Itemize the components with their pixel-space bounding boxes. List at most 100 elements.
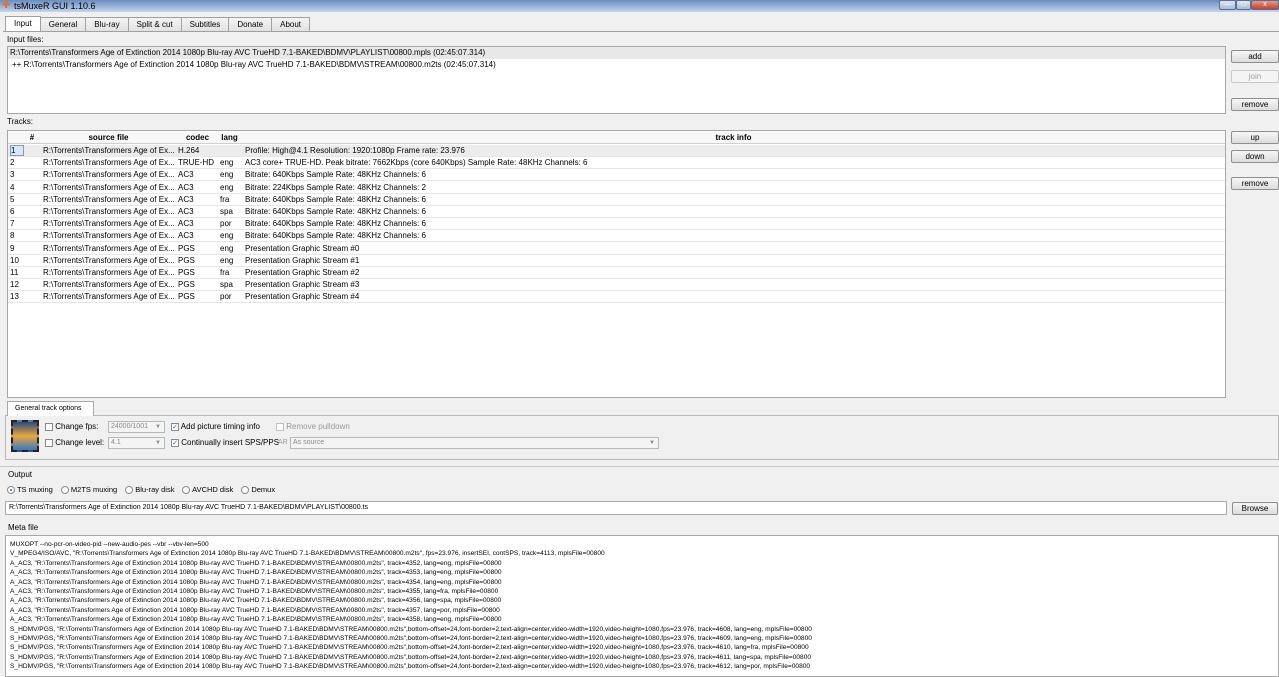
- track-number: 3: [10, 170, 15, 180]
- change-level-checkbox[interactable]: [45, 438, 53, 447]
- up-button[interactable]: up: [1231, 131, 1279, 144]
- meta-file-text[interactable]: MUXOPT --no-pcr-on-video-pid --new-audio…: [5, 535, 1279, 677]
- tab-input[interactable]: Input: [5, 16, 41, 31]
- track-lang: eng: [220, 170, 234, 180]
- table-row[interactable]: 6 ✓ R:\Torrents\Transformers Age of Ex..…: [8, 206, 1225, 218]
- meta-line: V_MPEG4/ISO/AVC, "R:\Torrents\Transforme…: [10, 550, 605, 558]
- header-source-file[interactable]: source file: [41, 132, 176, 144]
- table-row[interactable]: 7 ✓ R:\Torrents\Transformers Age of Ex..…: [8, 218, 1225, 231]
- remove-pulldown-row: Remove pulldown: [276, 422, 350, 431]
- header-num[interactable]: #: [24, 132, 40, 144]
- maximize-button[interactable]: □: [1236, 0, 1251, 10]
- level-value: 4.1: [111, 439, 121, 446]
- browse-button[interactable]: Browse: [1232, 502, 1278, 515]
- output-path-input[interactable]: R:\Torrents\Transformers Age of Extincti…: [5, 501, 1227, 515]
- track-lang: spa: [220, 207, 233, 216]
- table-row[interactable]: 5 ✓ R:\Torrents\Transformers Age of Ex..…: [8, 194, 1225, 206]
- tracks-label: Tracks:: [7, 117, 33, 126]
- change-fps-checkbox[interactable]: [45, 422, 53, 431]
- track-info: Bitrate: 640Kbps Sample Rate: 48KHz Chan…: [245, 194, 426, 204]
- table-row[interactable]: 1 ✓ R:\Torrents\Transformers Age of Ex..…: [8, 145, 1225, 157]
- join-button[interactable]: join: [1231, 70, 1279, 83]
- track-codec: PGS: [178, 243, 195, 253]
- track-info: Bitrate: 640Kbps Sample Rate: 48KHz Chan…: [245, 231, 426, 241]
- tab-general-track-options[interactable]: General track options: [7, 401, 94, 416]
- track-codec: AC3: [178, 207, 194, 216]
- track-number: 6: [10, 207, 15, 216]
- track-info: Bitrate: 640Kbps Sample Rate: 48KHz Chan…: [245, 219, 426, 229]
- tab-blu-ray[interactable]: Blu-ray: [85, 17, 129, 31]
- track-source-file: R:\Torrents\Transformers Age of Ex...: [43, 207, 175, 216]
- fps-select[interactable]: 24000/1001 ▼: [108, 421, 165, 433]
- add-timing-checkbox[interactable]: ✓: [171, 422, 179, 431]
- table-row[interactable]: 10 ✓ R:\Torrents\Transformers Age of Ex.…: [8, 255, 1225, 267]
- track-number: 8: [10, 231, 15, 241]
- remove-pulldown-checkbox[interactable]: [276, 422, 284, 431]
- output-mode-radio[interactable]: Demux: [241, 485, 275, 495]
- meta-line: S_HDMV/PGS, "R:\Torrents\Transformers Ag…: [10, 625, 812, 633]
- table-row[interactable]: 11 ✓ R:\Torrents\Transformers Age of Ex.…: [8, 267, 1225, 279]
- track-codec: PGS: [178, 268, 195, 277]
- track-source-file: R:\Torrents\Transformers Age of Ex...: [43, 182, 175, 192]
- tab-about[interactable]: About: [271, 17, 311, 31]
- input-files-list[interactable]: R:\Torrents\Transformers Age of Extincti…: [7, 46, 1226, 114]
- output-mode-label: TS muxing: [16, 485, 53, 494]
- change-fps-row: Change fps:: [45, 422, 98, 431]
- insert-sps-checkbox[interactable]: ✓: [171, 438, 179, 447]
- minimize-button[interactable]: —: [1219, 0, 1236, 10]
- chevron-down-icon: ▼: [155, 440, 161, 446]
- add-timing-label: Add picture timing info: [180, 422, 260, 431]
- meta-line: MUXOPT --no-pcr-on-video-pid --new-audio…: [10, 541, 209, 548]
- tab-general[interactable]: General: [39, 17, 87, 31]
- radio-icon: [60, 486, 69, 495]
- radio-icon: [125, 486, 134, 495]
- output-mode-radio[interactable]: TS muxing: [7, 485, 53, 495]
- down-button[interactable]: down: [1231, 150, 1279, 163]
- tab-subtitles[interactable]: Subtitles: [180, 17, 230, 31]
- tab-split-cut[interactable]: Split & cut: [127, 17, 182, 31]
- close-button[interactable]: x: [1251, 0, 1279, 10]
- track-number: 9: [10, 243, 15, 253]
- ar-select[interactable]: As source ▼: [290, 437, 659, 449]
- input-file-item[interactable]: R:\Torrents\Transformers Age of Extincti…: [8, 47, 1225, 59]
- change-level-label: Change level:: [55, 438, 105, 447]
- tab-donate[interactable]: Donate: [228, 17, 273, 31]
- track-codec: PGS: [178, 292, 195, 302]
- window-title: tsMuxeR GUI 1.10.6: [14, 1, 96, 11]
- remove-file-button[interactable]: remove: [1231, 98, 1279, 111]
- track-source-file: R:\Torrents\Transformers Age of Ex...: [43, 170, 175, 180]
- track-number: 5: [10, 194, 15, 204]
- tracks-table[interactable]: # source file codec lang track info 1 ✓ …: [7, 130, 1226, 398]
- remove-track-button[interactable]: remove: [1231, 177, 1279, 190]
- level-select[interactable]: 4.1 ▼: [108, 437, 165, 449]
- table-row[interactable]: 8 ✓ R:\Torrents\Transformers Age of Ex..…: [8, 230, 1225, 243]
- header-track-info[interactable]: track info: [241, 132, 1226, 144]
- track-codec: AC3: [178, 194, 194, 204]
- add-button[interactable]: add: [1231, 50, 1279, 63]
- header-lang[interactable]: lang: [218, 132, 241, 144]
- meta-line: A_AC3, "R:\Torrents\Transformers Age of …: [10, 606, 500, 614]
- output-mode-radio[interactable]: M2TS muxing: [60, 485, 117, 495]
- insert-sps-label: Continually insert SPS/PPS: [181, 438, 280, 447]
- meta-line: A_AC3, "R:\Torrents\Transformers Age of …: [10, 588, 499, 596]
- output-label: Output: [8, 470, 33, 479]
- track-lang: eng: [220, 255, 234, 265]
- table-row[interactable]: 9 ✓ R:\Torrents\Transformers Age of Ex..…: [8, 243, 1225, 255]
- track-lang: eng: [220, 158, 234, 168]
- table-row[interactable]: 2 ✓ R:\Torrents\Transformers Age of Ex..…: [8, 157, 1225, 170]
- track-codec: AC3: [178, 170, 194, 180]
- track-info: Presentation Graphic Stream #1: [245, 255, 360, 265]
- header-codec[interactable]: codec: [177, 132, 218, 144]
- table-row[interactable]: 4 ✓ R:\Torrents\Transformers Age of Ex..…: [8, 182, 1225, 194]
- output-mode-radio[interactable]: Blu-ray disk: [125, 485, 174, 495]
- table-row[interactable]: 12 ✓ R:\Torrents\Transformers Age of Ex.…: [8, 279, 1225, 292]
- track-source-file: R:\Torrents\Transformers Age of Ex...: [43, 243, 175, 253]
- table-row[interactable]: 3 ✓ R:\Torrents\Transformers Age of Ex..…: [8, 169, 1225, 182]
- table-row[interactable]: 13 ✓ R:\Torrents\Transformers Age of Ex.…: [8, 291, 1225, 304]
- chevron-down-icon: ▼: [155, 424, 161, 430]
- input-file-item[interactable]: ++ R:\Torrents\Transformers Age of Extin…: [8, 59, 1225, 71]
- track-lang: eng: [220, 182, 234, 192]
- track-info: AC3 core+ TRUE-HD. Peak bitrate: 7662Kbp…: [245, 158, 588, 168]
- output-mode-radio[interactable]: AVCHD disk: [182, 485, 233, 495]
- track-source-file: R:\Torrents\Transformers Age of Ex...: [43, 292, 175, 302]
